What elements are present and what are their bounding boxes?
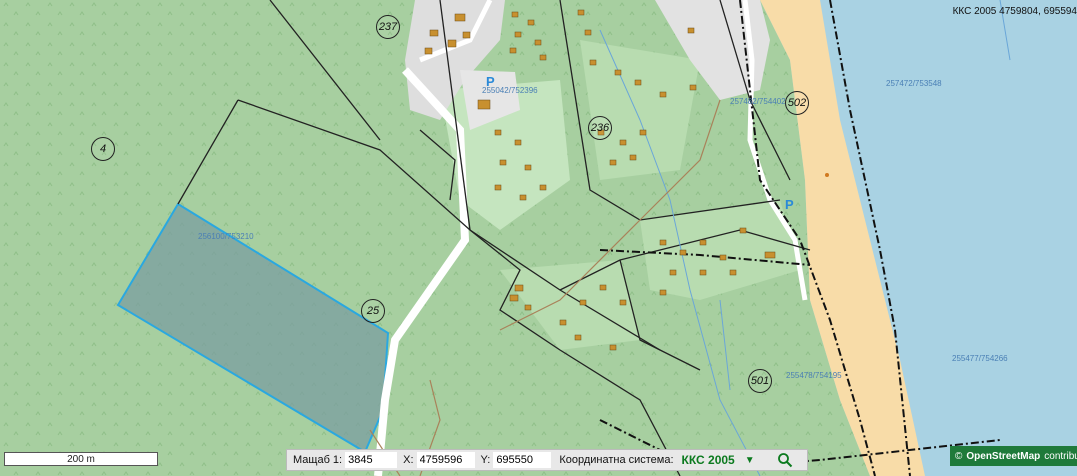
coordinate-readout: ККС 2005 4759804, 695594 xyxy=(952,6,1077,17)
search-button[interactable] xyxy=(775,451,795,469)
scale-input[interactable] xyxy=(345,452,398,468)
parcel-4-label[interactable]: 4 xyxy=(91,137,115,161)
parcel-502-label[interactable]: 502 xyxy=(785,91,809,115)
x-input[interactable] xyxy=(416,452,475,468)
y-input[interactable] xyxy=(493,452,552,468)
status-bar: Мащаб 1: X: Y: Координатна система: ККС … xyxy=(286,449,808,471)
crs-value[interactable]: ККС 2005 xyxy=(682,453,735,467)
scale-bar: 200 m xyxy=(4,452,158,466)
x-label: X: xyxy=(403,454,414,466)
attribution-suffix: contributors xyxy=(1044,450,1077,462)
parcel-501-label[interactable]: 501 xyxy=(748,369,772,393)
scale-bar-label: 200 m xyxy=(67,453,95,465)
parcel-id-label: 256100/753210 xyxy=(198,232,254,241)
y-label: Y: xyxy=(480,454,491,466)
parcel-236-label[interactable]: 236 xyxy=(588,116,612,140)
scale-label: Мащаб 1: xyxy=(293,454,343,466)
parcel-id-label: 255478/754195 xyxy=(786,371,842,380)
parcel-237-label[interactable]: 237 xyxy=(376,15,400,39)
parcel-id-label: 257482/754402 xyxy=(730,97,786,106)
crs-dropdown-icon[interactable]: ▼ xyxy=(745,455,755,466)
meadow-area-2 xyxy=(580,40,700,180)
parcel-id-label: 255477/754266 xyxy=(952,354,1008,363)
crs-label: Координатна система: xyxy=(559,454,674,466)
map-canvas[interactable] xyxy=(0,0,1077,476)
osm-attribution[interactable]: © OpenStreetMap contributors xyxy=(950,446,1077,466)
copyright-symbol: © xyxy=(955,450,963,462)
parcel-25-label[interactable]: 25 xyxy=(361,299,385,323)
parcel-id-label: 257472/753548 xyxy=(886,79,942,88)
osm-brand: OpenStreetMap xyxy=(966,450,1041,462)
poi-dot xyxy=(825,173,829,177)
parking-label-2: P xyxy=(785,197,794,212)
parcel-id-label: 255042/752396 xyxy=(482,86,538,95)
search-icon xyxy=(777,453,792,468)
